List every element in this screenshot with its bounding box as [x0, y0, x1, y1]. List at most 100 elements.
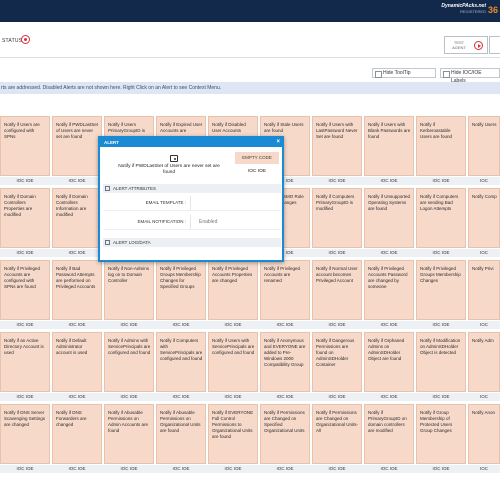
alert-tile[interactable]: Notify if Non-Admins log on to Domain Co… [104, 260, 154, 320]
section-toggle-icon [105, 186, 110, 191]
alert-tile-label: Notify if Users are configured with SPNs [4, 122, 40, 139]
alert-tile-label: Notify if Stale Users are found [264, 122, 304, 133]
alert-tile-label: Notify if EVERYONE Full Control Permissi… [212, 410, 254, 439]
alert-tile[interactable]: Notify if Bad Password Attempts are perf… [52, 260, 102, 320]
log-icon [105, 240, 110, 245]
ioc-label: IOC IOE [68, 250, 86, 255]
alert-tile[interactable]: Notify if an Active Directory Account is… [0, 332, 50, 392]
ioc-label: IOC IOE [224, 394, 242, 399]
ioc-label: IOC [479, 466, 488, 471]
status-label: STATUS [2, 38, 23, 44]
ioc-row: IOC IOE IOC IOE IOC IOE IOC IOE IOC IOE IOC I… [0, 393, 500, 401]
side-button[interactable] [489, 36, 500, 54]
alert-tile[interactable]: Notify if PrimaryGroupID on domain contr… [364, 404, 414, 464]
alert-tile[interactable]: Notify if Privileged Accounts Password a… [364, 260, 414, 320]
hide-ioc-labels-checkbox[interactable]: Hide IOC/IOE Labels [440, 68, 500, 84]
ioc-label: IOC [479, 394, 488, 399]
ioc-label: IOC IOE [276, 322, 294, 327]
dialog-scrollbar[interactable] [282, 147, 284, 260]
alert-tile[interactable]: Notify if Domain Controllers Properties … [0, 188, 50, 248]
alert-tile[interactable]: Notify Users [468, 116, 500, 176]
alert-tile[interactable]: Notify if Permissions are Changed on Org… [312, 404, 362, 464]
alert-tile[interactable]: Notify if Dangerous Permissions are foun… [312, 332, 362, 392]
alert-tile[interactable]: Notify if PWDLastSet of Users are never … [52, 116, 102, 176]
alert-tile[interactable]: Notify if Kerberoastable Users are found [416, 116, 466, 176]
alert-tile[interactable]: Notify if Orphaned Admins on AdminSDHold… [364, 332, 414, 392]
alert-tile[interactable]: Notify if DNS Forwarders are changed [52, 404, 102, 464]
ioc-label: IOC IOE [16, 394, 34, 399]
alert-tile[interactable]: Notify if Users are configured with SPNs [0, 116, 50, 176]
alert-tile[interactable]: Notify if Group Membership of Protected … [416, 404, 466, 464]
alert-tile[interactable]: Notify if Domain Controllers Information… [52, 188, 102, 248]
alert-tile-label: Notify Privi [472, 266, 494, 271]
alert-tile-label: Notify if Anonymous and EVERYONE are add… [264, 338, 306, 367]
alert-tile[interactable]: Notify if Normal User account becomes Pr… [312, 260, 362, 320]
alert-tile[interactable]: Notify Comp [468, 188, 500, 248]
email-template-field[interactable] [190, 196, 281, 210]
alert-tile[interactable]: Notify if Admins with ServicePrincipals … [104, 332, 154, 392]
alert-tile[interactable]: Notify if Permissions are Changed on Spe… [260, 404, 310, 464]
alert-tile[interactable]: Notify if Abusable Permissions on Organi… [156, 404, 206, 464]
brand: DynamicPAcks.net REGISTERED [441, 3, 486, 14]
section-alert-log[interactable]: ALERT LOG/DATA [103, 238, 281, 247]
email-notification-field[interactable]: Enabled [190, 215, 281, 229]
alert-tile[interactable]: Notify if Computers are sending Bad Logo… [416, 188, 466, 248]
section-alert-attributes[interactable]: ALERT ATTRIBUTES [103, 184, 281, 193]
ioc-label: IOC IOE [328, 322, 346, 327]
section-title: ALERT LOG/DATA [113, 240, 151, 245]
alert-tile-label: Notify if Privileged Groups Membership C… [160, 266, 201, 289]
alert-tile[interactable]: Notify if DNS Server Scavenging Settings… [0, 404, 50, 464]
ioc-label: IOC IOE [120, 322, 138, 327]
alert-tile[interactable]: Notify Anon [468, 404, 500, 464]
alert-tile-label: Notify if Users with ServicePrincipals a… [212, 338, 255, 355]
ioc-label: IOC IOE [172, 466, 190, 471]
ioc-label: IOC IOE [68, 466, 86, 471]
alert-tile-label: Notify if an Active Directory Account is… [4, 338, 44, 355]
alert-tile[interactable]: Notify if Computers with ServicePrincipa… [156, 332, 206, 392]
ioc-label: IOC IOE [328, 178, 346, 183]
alert-tile[interactable]: Notify if Privileged Accounts Properties… [208, 260, 258, 320]
alert-tile[interactable]: Notify if Users with ServicePrincipals a… [208, 332, 258, 392]
ioc-label: IOC IOE [432, 178, 450, 183]
alert-tile[interactable]: Notify if Privileged Accounts are rename… [260, 260, 310, 320]
alert-tile-label: Notify if Permissions are Changed on Spe… [264, 410, 305, 433]
alert-tile[interactable]: Notify if Default Administrator account … [52, 332, 102, 392]
alert-tile[interactable]: Notify if Anonymous and EVERYONE are add… [260, 332, 310, 392]
test-agent-button[interactable]: TEST AGENT [444, 36, 488, 54]
ioc-row: IOC IOE IOC IOE IOC IOE IOC IOE IOC IOE IOC I… [0, 465, 500, 473]
alert-tile[interactable]: Notify Adm [468, 332, 500, 392]
alert-dialog: ALERT × Notify if PWDLastSet of Users ar… [98, 136, 284, 262]
alert-tile-label: Notify if Disabled User Accounts [212, 122, 246, 133]
alert-tile-label: Notify if Users with Blank Passwords are… [368, 122, 411, 139]
section-title: ALERT ATTRIBUTES [113, 186, 157, 191]
alert-tile-label: Notify if Non-Admins log on to Domain Co… [108, 266, 150, 283]
ioc-label: IOC IOE [328, 250, 346, 255]
alert-tile-label: Notify if Admins with ServicePrincipals … [108, 338, 151, 355]
ioc-label: IOC [479, 178, 488, 183]
alert-tile[interactable]: Notify if Privileged Groups Membership C… [156, 260, 206, 320]
ioc-label: IOC [479, 322, 488, 327]
alert-tile-label: Notify if Domain Controllers Information… [56, 194, 88, 217]
alert-tile[interactable]: Notify if Modification on AdminSDHolder … [416, 332, 466, 392]
alert-tile[interactable]: Notify if Abusable Permissions on Admin … [104, 404, 154, 464]
ioc-label: IOC IOE [120, 394, 138, 399]
alert-tile[interactable]: Notify if Computers PrimaryGroupID is mo… [312, 188, 362, 248]
alert-tile-label: Notify if Privileged Accounts are rename… [264, 266, 301, 283]
alert-tile[interactable]: Notify if Privileged Accounts are config… [0, 260, 50, 320]
alert-tile[interactable]: Notify if Unsupported Operating Systems … [364, 188, 414, 248]
close-icon[interactable]: × [276, 138, 280, 147]
alert-tile-label: Notify if Domain Controllers Properties … [4, 194, 36, 217]
email-notification-row: EMAIL NOTIFICATION : Enabled [103, 214, 281, 230]
alert-tile-label: Notify if Privileged Accounts are config… [4, 266, 41, 289]
test-agent-label: TEST AGENT [452, 40, 466, 50]
record-status-icon[interactable] [21, 35, 30, 44]
alert-tile[interactable]: Notify Privi [468, 260, 500, 320]
alert-tile-label: Notify if Computers PrimaryGroupID is mo… [316, 194, 355, 211]
alert-ioc-label: IOC IOE [247, 169, 267, 174]
alert-tile[interactable]: Notify if Users with LastPassword Never … [312, 116, 362, 176]
alert-tile[interactable]: Notify if Privileged Groups Membership C… [416, 260, 466, 320]
hide-tooltip-checkbox[interactable]: Hide ToolTip [372, 68, 436, 78]
info-banner: rts are addressed. Disabled Alerts are n… [0, 82, 500, 94]
alert-tile[interactable]: Notify if EVERYONE Full Control Permissi… [208, 404, 258, 464]
alert-tile[interactable]: Notify if Users with Blank Passwords are… [364, 116, 414, 176]
